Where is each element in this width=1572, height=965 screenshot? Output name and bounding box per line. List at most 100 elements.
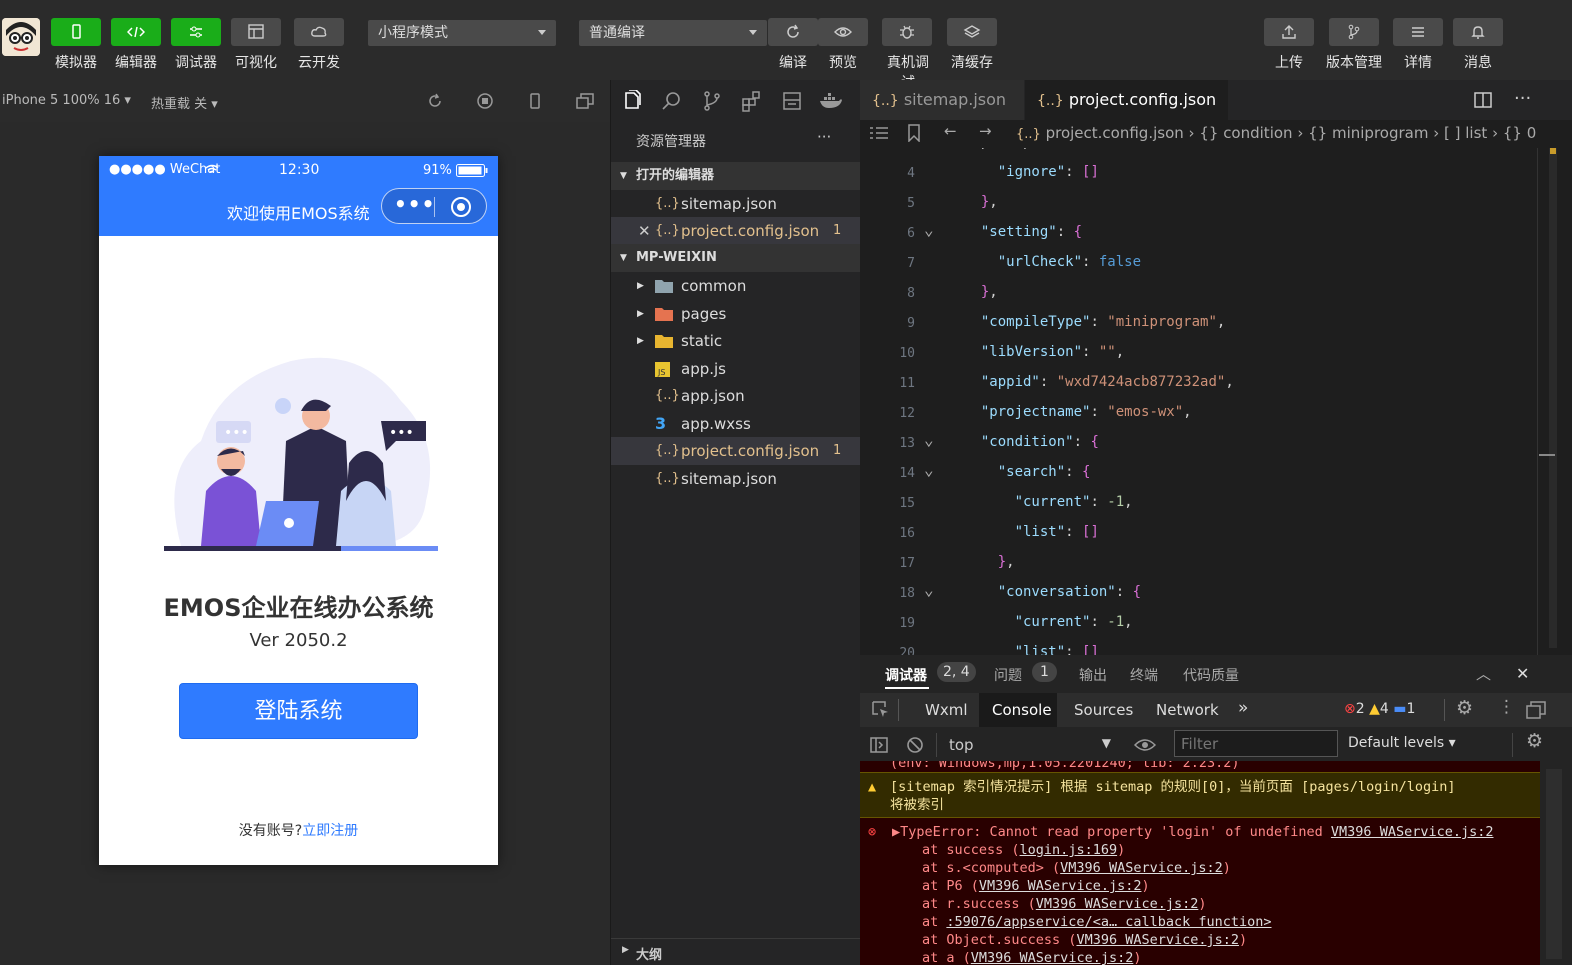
stack-frame-link[interactable]: VM396 WAService.js:2 [1076, 932, 1239, 948]
chevron-up-icon[interactable]: ︿ [1476, 663, 1491, 684]
scrollbar[interactable] [1549, 148, 1557, 648]
tab-debugger[interactable]: 调试器 [885, 665, 927, 685]
stack-frame-link[interactable]: VM396 WAService.js:2 [979, 878, 1142, 894]
debugger-button[interactable]: 调试器 [171, 18, 221, 72]
fold-chevron-icon[interactable]: ⌄ [924, 430, 934, 449]
outline-header[interactable]: ▶ 大纲 [611, 938, 860, 965]
hot-reload-select[interactable]: 热重载 关 ▾ [151, 93, 218, 112]
open-editor-item[interactable]: ✕ {..} project.config.json 1 [611, 217, 860, 245]
sidebar-toggle-icon[interactable] [870, 736, 888, 754]
more-tabs-icon[interactable]: » [1238, 698, 1248, 718]
close-miniprogram-icon[interactable] [450, 196, 472, 218]
compile-mode-select[interactable]: 普通编译 [579, 20, 767, 46]
bookmark-icon[interactable] [908, 124, 920, 142]
tree-file-project-config[interactable]: {..} project.config.json 1 [611, 437, 860, 465]
open-editor-item[interactable]: {..} sitemap.json [611, 190, 860, 218]
more-actions-icon[interactable]: ··· [1514, 88, 1531, 109]
error-source-link[interactable]: VM396 WAService.js:2 [1331, 824, 1494, 840]
stack-frame-link[interactable]: :59076/appservice/<a… callback function> [946, 914, 1271, 930]
simulator-button[interactable]: 模拟器 [51, 18, 101, 72]
device-select[interactable]: iPhone 5 100% 16 ▾ [2, 93, 131, 108]
tab-network[interactable]: Network [1156, 701, 1219, 719]
console-scrollbar-thumb[interactable] [1546, 769, 1562, 959]
tree-file-sitemap[interactable]: {..} sitemap.json [611, 465, 860, 493]
forward-arrow-icon[interactable]: → [979, 122, 992, 140]
stack-frame-link[interactable]: VM396 WAService.js:2 [1036, 896, 1199, 912]
tree-file-app-json[interactable]: {..} app.json [611, 382, 860, 410]
editor-button[interactable]: 编辑器 [111, 18, 161, 72]
more-dots-icon[interactable]: ••• [394, 194, 435, 214]
stack-frame-link[interactable]: login.js:169 [1020, 842, 1118, 858]
cloud-button[interactable]: 云开发 [294, 18, 344, 72]
tree-folder-pages[interactable]: ▶ pages [611, 300, 860, 328]
files-icon[interactable] [621, 90, 643, 112]
issue-counters[interactable]: ⊗2 ▲4 ▬1 [1344, 701, 1415, 717]
tab-sources[interactable]: Sources [1074, 701, 1133, 719]
preview-button[interactable]: 预览 [818, 18, 868, 72]
close-icon[interactable]: ✕ [638, 217, 651, 245]
extensions-icon[interactable] [741, 90, 763, 112]
fold-chevron-icon[interactable]: ⌄ [924, 460, 934, 479]
tab-console[interactable]: Console [992, 701, 1052, 719]
stop-icon[interactable] [476, 92, 494, 110]
tab-code-quality[interactable]: 代码质量 [1183, 665, 1239, 685]
version-button[interactable]: 版本管理 [1324, 18, 1384, 72]
list-icon[interactable] [870, 126, 888, 140]
mode-select[interactable]: 小程序模式 [368, 20, 556, 46]
breadcrumb-item[interactable]: miniprogram [1332, 124, 1428, 142]
split-editor-icon[interactable] [1474, 92, 1492, 108]
login-button[interactable]: 登陆系统 [179, 683, 418, 739]
breadcrumb-item[interactable]: condition [1223, 124, 1292, 142]
console-settings-icon[interactable]: ⚙ [1526, 730, 1543, 752]
more-actions-icon[interactable]: ··· [817, 128, 831, 146]
clear-cache-button[interactable]: 清缓存 [947, 18, 997, 72]
storage-icon[interactable] [781, 90, 803, 112]
console-scroll-track[interactable] [1540, 761, 1572, 965]
refresh-icon[interactable] [426, 92, 444, 110]
stack-frame-link[interactable]: VM396 WAService.js:2 [971, 950, 1134, 965]
tree-file-app-js[interactable]: JS app.js [611, 355, 860, 383]
tab-output[interactable]: 输出 [1079, 665, 1107, 685]
close-icon[interactable]: ✕ [1516, 664, 1529, 683]
console-filter-input[interactable] [1174, 730, 1338, 757]
tree-folder-static[interactable]: ▶ static [611, 327, 860, 355]
details-button[interactable]: 详情 [1393, 18, 1443, 72]
fold-chevron-icon[interactable]: ⌄ [924, 580, 934, 599]
tab-wxml[interactable]: Wxml [925, 701, 968, 719]
upload-button[interactable]: 上传 [1264, 18, 1314, 72]
messages-button[interactable]: 消息 [1453, 18, 1503, 72]
stack-frame-link[interactable]: VM396 WAService.js:2 [1060, 860, 1223, 876]
tab-project-config[interactable]: {..} project.config.json ✕ [1025, 80, 1228, 150]
project-header[interactable]: ▼ MP-WEIXIN [611, 244, 860, 272]
breadcrumb-item[interactable]: list [1465, 124, 1487, 142]
tree-file-app-wxss[interactable]: 3 app.wxss [611, 410, 860, 438]
visual-button[interactable]: 可视化 [231, 18, 281, 72]
breadcrumb-item[interactable]: project.config.json [1046, 124, 1184, 142]
error-header[interactable]: ▶TypeError: Cannot read property 'login'… [860, 823, 1540, 841]
clear-console-icon[interactable] [906, 736, 924, 754]
tree-folder-common[interactable]: ▶ common [611, 272, 860, 300]
register-link[interactable]: 立即注册 [302, 823, 358, 839]
eye-icon[interactable] [1134, 737, 1156, 753]
docker-icon[interactable] [819, 92, 843, 110]
user-avatar[interactable] [2, 18, 40, 56]
tab-terminal[interactable]: 终端 [1130, 665, 1158, 685]
log-levels-select[interactable]: Default levels ▾ [1348, 735, 1456, 751]
scrollbar-thumb[interactable] [1539, 454, 1555, 456]
open-editors-header[interactable]: ▼ 打开的编辑器 [611, 162, 860, 190]
phone-icon[interactable] [526, 92, 544, 110]
code-area[interactable]: 3 packOptions : {4 "ignore": [] 5 }, 6 ⌄ "s… [860, 148, 1572, 655]
tab-problems[interactable]: 问题 [994, 665, 1022, 685]
inspect-element-icon[interactable] [872, 701, 890, 719]
dock-icon[interactable] [1526, 701, 1546, 719]
breadcrumb-item[interactable]: 0 [1527, 124, 1537, 142]
settings-gear-icon[interactable]: ⚙ [1456, 697, 1473, 719]
back-arrow-icon[interactable]: ← [944, 122, 957, 140]
context-select[interactable]: top ▼ [941, 731, 1113, 759]
search-icon[interactable] [661, 90, 683, 112]
tab-sitemap[interactable]: {..} sitemap.json [860, 80, 1024, 120]
compile-button[interactable]: 编译 [768, 18, 818, 72]
kebab-menu-icon[interactable]: ⋮ [1498, 697, 1515, 717]
fold-chevron-icon[interactable]: ⌄ [924, 220, 934, 239]
source-control-icon[interactable] [701, 90, 723, 112]
